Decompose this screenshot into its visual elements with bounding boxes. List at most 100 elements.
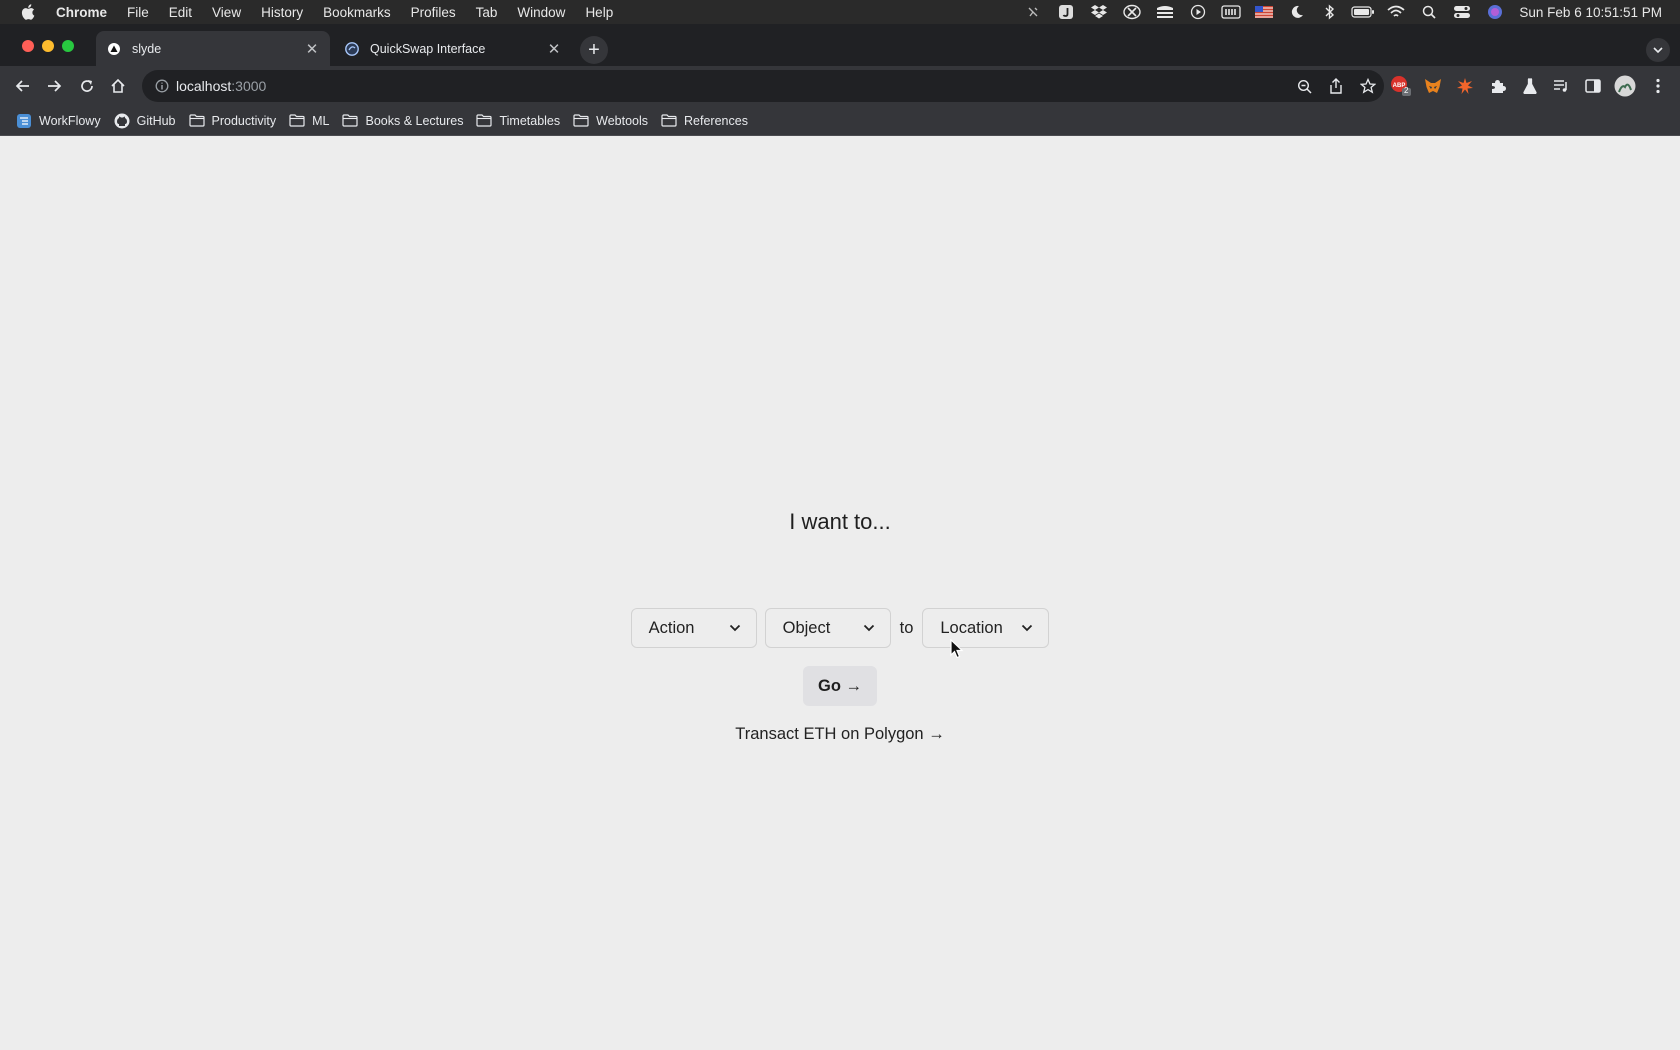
battery-icon[interactable] <box>1346 0 1379 24</box>
action-select[interactable]: Action <box>630 608 757 648</box>
extension-badge: 2 <box>1404 86 1409 95</box>
home-button[interactable] <box>104 72 132 100</box>
bookmark-folder-productivity[interactable]: Productivity <box>185 108 286 134</box>
folder-icon <box>188 113 205 129</box>
play-icon[interactable] <box>1181 0 1214 24</box>
battery-meter-icon[interactable] <box>1214 0 1247 24</box>
menu-tab[interactable]: Tab <box>466 5 508 20</box>
object-select[interactable]: Object <box>764 608 891 648</box>
bookmark-folder-timetables[interactable]: Timetables <box>472 108 569 134</box>
menu-history[interactable]: History <box>251 5 313 20</box>
puzzle-extensions-icon[interactable] <box>1484 72 1512 100</box>
object-select-value: Object <box>782 618 831 637</box>
action-select-value: Action <box>648 618 695 637</box>
site-info-icon[interactable] <box>142 79 176 93</box>
menu-chrome[interactable]: Chrome <box>56 5 117 20</box>
zoom-icon[interactable] <box>1288 70 1320 102</box>
bookmark-label: Webtools <box>596 113 649 128</box>
back-arrow-icon <box>15 80 29 92</box>
j-app-icon[interactable] <box>1049 0 1082 24</box>
reload-button[interactable] <box>73 72 101 100</box>
menu-edit[interactable]: Edit <box>159 5 202 20</box>
menubar-clock[interactable]: Sun Feb 6 10:51:51 PM <box>1511 5 1680 20</box>
profile-avatar[interactable] <box>1611 72 1639 100</box>
wifi-icon[interactable] <box>1379 0 1412 24</box>
menu-file[interactable]: File <box>117 5 159 20</box>
siri-icon[interactable] <box>1478 0 1511 24</box>
tab-quickswap[interactable]: QuickSwap Interface ✕ <box>334 31 572 66</box>
location-select[interactable]: Location <box>922 608 1050 648</box>
folder-icon <box>573 113 589 129</box>
share-icon[interactable] <box>1320 70 1352 102</box>
chevron-down-icon <box>1020 621 1034 635</box>
x-circle-icon[interactable] <box>1115 0 1148 24</box>
media-queue-icon[interactable] <box>1547 72 1575 100</box>
folder-icon <box>661 113 677 129</box>
to-label: to <box>899 618 914 637</box>
control-center-icon[interactable] <box>1445 0 1478 24</box>
minimize-window-button[interactable] <box>42 40 54 52</box>
forward-arrow-icon <box>48 80 62 92</box>
transact-eth-polygon-link[interactable]: Transact ETH on Polygon → <box>0 725 1680 744</box>
folder-icon <box>476 113 493 129</box>
bookmark-label: Timetables <box>499 113 561 128</box>
menu-help[interactable]: Help <box>575 5 623 20</box>
bookmark-label: Books & Lectures <box>365 113 464 128</box>
bookmark-label: References <box>684 113 748 128</box>
new-tab-button[interactable]: + <box>580 36 608 64</box>
workflowy-icon <box>16 113 32 129</box>
address-bar[interactable]: localhost:3000 <box>142 70 1384 102</box>
adblock-extension-icon[interactable]: ABP 2 <box>1387 72 1415 100</box>
bookmark-folder-ml[interactable]: ML <box>285 108 338 134</box>
tab-slyde[interactable]: slyde ✕ <box>96 31 330 66</box>
mouse-cursor-icon <box>950 638 964 664</box>
tab-search-button[interactable] <box>1646 38 1670 62</box>
bookmark-workflowy[interactable]: WorkFlowy <box>12 108 110 134</box>
bluetooth-icon[interactable] <box>1313 0 1346 24</box>
bookmark-star-icon[interactable] <box>1352 70 1384 102</box>
menu-profiles[interactable]: Profiles <box>401 5 466 20</box>
location-select-value: Location <box>940 618 1003 637</box>
spotlight-search-icon[interactable] <box>1412 0 1445 24</box>
burst-extension-icon[interactable] <box>1451 72 1479 100</box>
address-url[interactable]: localhost:3000 <box>176 78 266 94</box>
apple-menu-icon[interactable] <box>0 4 56 20</box>
quickswap-favicon-icon <box>344 41 360 57</box>
bookmark-label: WorkFlowy <box>39 113 101 128</box>
url-host: localhost <box>176 78 232 94</box>
moon-icon[interactable] <box>1280 0 1313 24</box>
metamask-extension-icon[interactable] <box>1419 72 1447 100</box>
zoom-window-button[interactable] <box>62 40 74 52</box>
close-tab-icon[interactable]: ✕ <box>304 41 320 58</box>
triangle-favicon-icon <box>106 41 122 57</box>
tab-title: slyde <box>132 41 162 56</box>
url-port: :3000 <box>231 78 267 94</box>
menu-window[interactable]: Window <box>507 5 575 20</box>
us-flag-icon[interactable] <box>1247 0 1280 24</box>
stack-icon[interactable] <box>1148 0 1181 24</box>
macos-menu-bar: Chrome File Edit View History Bookmarks … <box>0 0 1680 24</box>
flask-labs-icon[interactable] <box>1516 72 1544 100</box>
bookmark-folder-books-lectures[interactable]: Books & Lectures <box>338 108 472 134</box>
home-icon <box>111 78 125 93</box>
close-window-button[interactable] <box>22 40 34 52</box>
dropbox-icon[interactable] <box>1082 0 1115 24</box>
folder-icon <box>289 113 305 129</box>
bookmark-folder-references[interactable]: References <box>657 108 757 134</box>
close-tab-icon[interactable]: ✕ <box>546 41 562 58</box>
bookmark-folder-webtools[interactable]: Webtools <box>569 108 657 134</box>
chrome-menu-icon[interactable] <box>1644 72 1672 100</box>
back-button[interactable] <box>9 72 37 100</box>
menu-view[interactable]: View <box>202 5 251 20</box>
bookmark-github[interactable]: GitHub <box>110 108 185 134</box>
side-panel-icon[interactable] <box>1579 72 1607 100</box>
chrome-toolbar: localhost:3000 ABP 2 <box>0 66 1680 106</box>
go-button[interactable]: Go → <box>803 666 877 706</box>
tab-title: QuickSwap Interface <box>370 41 486 56</box>
page-heading: I want to... <box>789 509 891 534</box>
mute-icon[interactable] <box>1016 0 1049 24</box>
menu-bookmarks[interactable]: Bookmarks <box>313 5 401 20</box>
bookmark-label: Productivity <box>211 113 277 128</box>
chevron-down-icon <box>728 621 742 635</box>
forward-button[interactable] <box>40 72 68 100</box>
